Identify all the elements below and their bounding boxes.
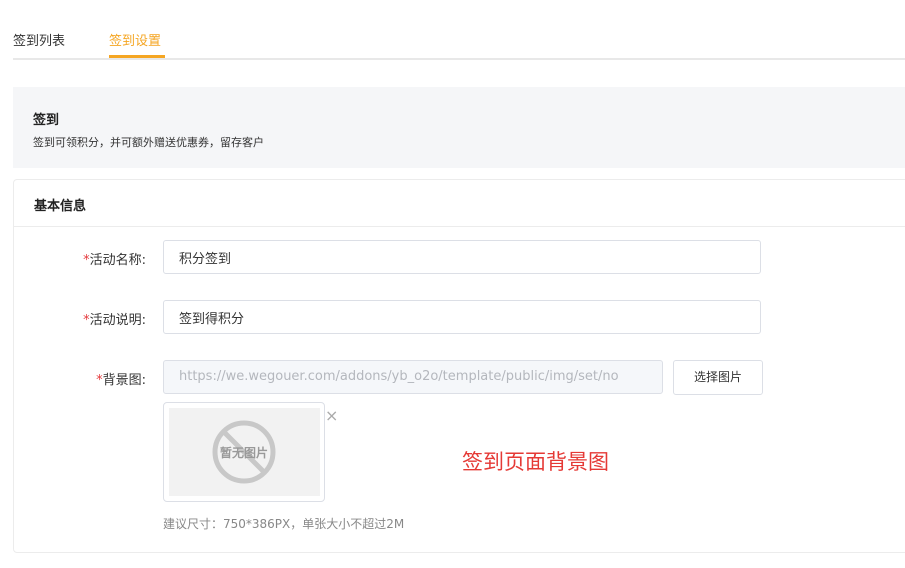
size-hint: 建议尺寸：750*386PX，单张大小不超过2M [163, 517, 405, 531]
no-image-text: 暂无图片 [220, 445, 268, 460]
tab-sign-in-list[interactable]: 签到列表 [13, 30, 65, 49]
tab-bar: 签到列表 签到设置 [13, 0, 905, 60]
active-tab-indicator [109, 55, 165, 58]
card-title: 基本信息 [34, 199, 87, 214]
close-icon[interactable]: × [325, 406, 338, 425]
tab-sign-in-settings[interactable]: 签到设置 [109, 30, 161, 49]
background-label: *背景图: [96, 373, 146, 388]
activity-name-label: *活动名称: [83, 253, 146, 268]
background-caption: 签到页面背景图 [462, 450, 609, 474]
background-url-field: https://we.wegouer.com/addons/yb_o2o/tem… [163, 360, 663, 394]
info-title: 签到 [33, 113, 60, 128]
no-image-icon: 暂无图片 [212, 420, 276, 484]
image-preview: 暂无图片 [163, 402, 325, 502]
activity-desc-input[interactable] [163, 300, 761, 334]
activity-desc-label: *活动说明: [83, 313, 146, 328]
choose-image-button[interactable]: 选择图片 [673, 360, 763, 395]
card-header: 基本信息 [14, 180, 905, 227]
activity-name-input[interactable] [163, 240, 761, 274]
info-description: 签到可领积分，并可额外赠送优惠券，留存客户 [33, 136, 264, 149]
image-placeholder: 暂无图片 [169, 408, 320, 496]
basic-info-card: 基本信息 *活动名称: *活动说明: *背景图: https://we.wego… [13, 179, 905, 553]
info-panel: 签到 签到可领积分，并可额外赠送优惠券，留存客户 [13, 87, 905, 168]
